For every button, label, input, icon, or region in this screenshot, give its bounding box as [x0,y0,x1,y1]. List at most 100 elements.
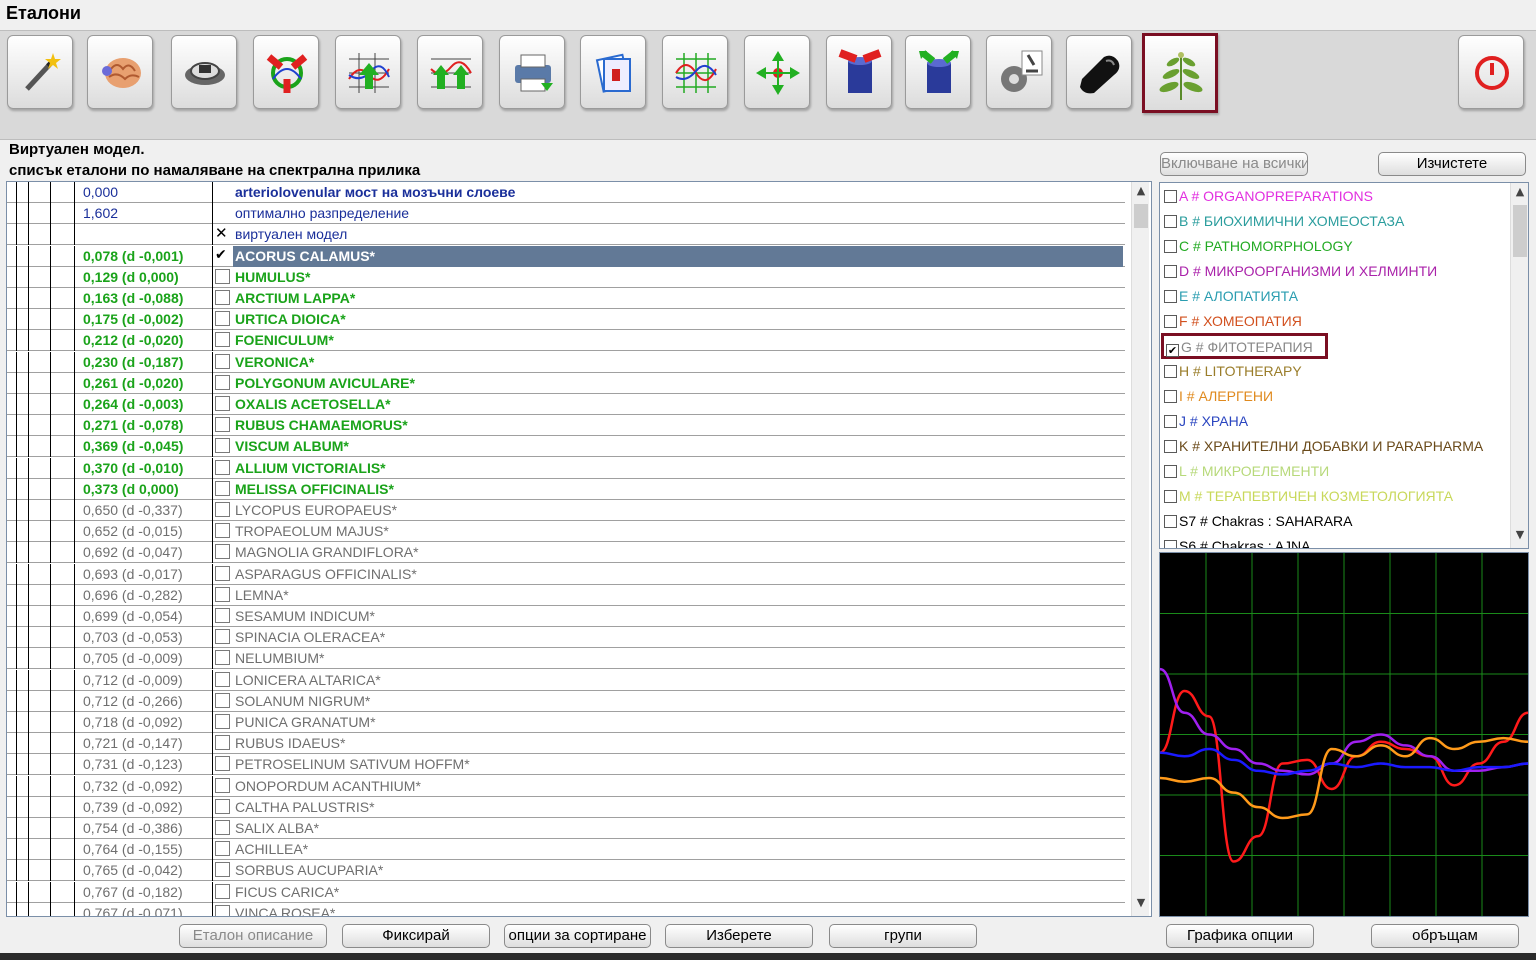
group-checkbox[interactable] [1164,390,1177,403]
table-row[interactable]: 0,175 (d -0,002) URTICA DIOICA* [7,309,1125,331]
row-checkbox[interactable] [215,629,230,645]
group-item[interactable]: S7 # Chakras : SAHARARA [1164,510,1353,532]
groups-scroll-up-icon[interactable]: ▲ [1511,185,1528,203]
group-checkbox[interactable] [1164,540,1177,548]
group-item[interactable]: M # ТЕРАПЕВТИЧЕН КОЗМЕТОЛОГИЯТА [1164,485,1453,507]
groups-scroll-thumb[interactable] [1513,205,1527,257]
table-row[interactable]: 0,721 (d -0,147) RUBUS IDAEUS* [7,733,1125,755]
clear-button[interactable]: Изчистете [1378,152,1526,176]
row-checkbox[interactable] [215,480,230,496]
table-row[interactable]: 1,602 оптимално разпределение [7,203,1125,225]
table-row[interactable]: 0,692 (d -0,047) MAGNOLIA GRANDIFLORA* [7,542,1125,564]
row-checkbox[interactable] [215,586,230,602]
row-checkbox[interactable] [215,502,230,517]
table-row[interactable]: 0,163 (d -0,088) ARCTIUM LAPPA* [7,288,1125,309]
select-button[interactable]: Изберете [665,924,813,948]
scroll-thumb[interactable] [1134,204,1148,228]
group-item[interactable]: D # МИКРООРГАНИЗМИ И ХЕЛМИНТИ [1164,260,1437,282]
group-checkbox[interactable] [1164,290,1177,303]
chart-up-button[interactable] [335,35,401,109]
row-checkbox[interactable] [215,714,230,729]
group-item[interactable]: C # PATHOMORPHOLOGY [1164,235,1353,257]
table-row[interactable]: 0,754 (d -0,386) SALIX ALBA* [7,818,1125,839]
row-checkbox[interactable] [215,353,230,369]
row-checkbox[interactable] [215,904,230,916]
table-row[interactable]: 0,129 (d 0,000) HUMULUS* [7,266,1125,288]
row-checkbox[interactable] [215,290,230,305]
group-item[interactable]: E # АЛОПАТИЯТА [1164,285,1298,307]
table-row[interactable]: 0,712 (d -0,266) SOLANUM NIGRUM* [7,690,1125,712]
group-checkbox[interactable] [1164,515,1177,528]
table-row[interactable]: 0,718 (d -0,092) PUNICA GRANATUM* [7,712,1125,733]
table-row[interactable]: 0,078 (d -0,001) ✔ ACORUS CALAMUS* [7,245,1125,267]
row-checkbox[interactable] [215,374,230,390]
etalon-table[interactable]: 0,000 arteriolovenular мост на мозъчни сл… [6,181,1152,917]
table-row[interactable]: 0,264 (d -0,003) OXALIS ACETOSELLA* [7,394,1125,415]
group-item[interactable]: S6 # Chakras : AJNA [1164,535,1311,548]
group-item[interactable]: F # ХОМЕОПАТИЯ [1164,310,1302,332]
group-item[interactable]: K # ХРАНИТЕЛНИ ДОБАВКИ И PARAPHARMA [1164,435,1483,457]
row-checkbox[interactable] [215,332,230,348]
table-row[interactable]: 0,699 (d -0,054) SESAMUM INDICUM* [7,606,1125,627]
spectrum-grid-button[interactable] [662,35,728,109]
table-row[interactable]: 0,693 (d -0,017) ASPARAGUS OFFICINALIS* [7,563,1125,585]
group-item[interactable]: ✔ G # ФИТОТЕРАПИЯ [1161,333,1328,359]
table-row[interactable]: 0,271 (d -0,078) RUBUS CHAMAEMORUS* [7,415,1125,437]
group-checkbox[interactable] [1164,465,1177,478]
group-checkbox[interactable]: ✔ [1166,344,1179,357]
groups-scroll-down-icon[interactable]: ▼ [1511,528,1528,546]
printer-button[interactable] [499,35,565,109]
row-checkbox[interactable] [215,396,230,411]
groups-scrollbar[interactable]: ▲ ▼ [1510,183,1528,548]
plant-button[interactable] [1142,33,1218,113]
arrows-button[interactable] [744,35,810,109]
fix-button[interactable]: Фиксирай [342,924,490,948]
scroll-up-icon[interactable]: ▲ [1132,184,1150,202]
figure-button[interactable] [253,35,319,109]
device-button[interactable] [171,35,237,109]
sort-options-button[interactable]: опции за сортиране [504,924,651,948]
row-checkbox[interactable] [215,608,230,623]
table-row[interactable]: 0,650 (d -0,337) LYCOPUS EUROPAEUS* [7,500,1125,521]
row-checkbox[interactable] [215,692,230,708]
row-checkbox[interactable] [215,777,230,793]
group-checkbox[interactable] [1164,215,1177,228]
table-row[interactable]: 0,739 (d -0,092) CALTHA PALUSTRIS* [7,796,1125,818]
jar-red-button[interactable] [826,35,892,109]
back-button[interactable]: обръщам [1371,924,1519,948]
graph-options-button[interactable]: Графика опции [1166,924,1314,948]
row-checkbox[interactable] [215,523,230,539]
table-row[interactable]: 0,230 (d -0,187) VERONICA* [7,351,1125,373]
table-row[interactable]: 0,212 (d -0,020) FOENICULUM* [7,330,1125,352]
include-all-button[interactable]: Включване на всички [1160,152,1308,176]
row-checkbox[interactable] [215,268,230,284]
row-checkbox[interactable] [215,671,230,687]
table-row[interactable]: 0,731 (d -0,123) PETROSELINUM SATIVUM HOF… [7,754,1125,776]
clipboard-button[interactable] [580,35,646,109]
power-button[interactable] [1458,35,1524,109]
chart-double-up-button[interactable] [417,35,483,109]
table-row[interactable]: 0,373 (d 0,000) MELISSA OFFICINALIS* [7,478,1125,500]
row-checkbox[interactable] [215,311,230,327]
black-stone-button[interactable] [1066,35,1132,109]
table-row[interactable]: 0,732 (d -0,092) ONOPORDUM ACANTHIUM* [7,775,1125,797]
group-item[interactable]: A # ORGANOPREPARATIONS [1164,185,1373,207]
group-checkbox[interactable] [1164,415,1177,428]
table-row[interactable]: 0,705 (d -0,009) NELUMBIUM* [7,648,1125,670]
group-item[interactable]: L # МИКРОЕЛЕМЕНТИ [1164,460,1329,482]
table-row[interactable]: 0,261 (d -0,020) POLYGONUM AVICULARE* [7,372,1125,394]
table-scrollbar[interactable]: ▲ ▼ [1131,182,1149,916]
table-row[interactable]: 0,767 (d -0,182) FICUS CARICA* [7,881,1125,903]
table-row[interactable]: 0,000 arteriolovenular мост на мозъчни сл… [7,182,1125,203]
table-row[interactable]: 0,703 (d -0,053) SPINACIA OLERACEA* [7,627,1125,649]
group-item[interactable]: H # LITOTHERAPY [1164,360,1302,382]
groups-button[interactable]: групи [829,924,977,948]
groups-list[interactable]: A # ORGANOPREPARATIONS B # БИОХИМИЧНИ ХОМ… [1159,182,1529,549]
group-checkbox[interactable] [1164,190,1177,203]
group-checkbox[interactable] [1164,315,1177,328]
table-row[interactable]: 0,369 (d -0,045) VISCUM ALBUM* [7,436,1125,458]
jar-green-button[interactable] [905,35,971,109]
table-row[interactable]: ✕ виртуален модел [7,224,1125,246]
row-checkbox[interactable] [215,883,230,899]
row-checkbox[interactable] [215,544,230,560]
